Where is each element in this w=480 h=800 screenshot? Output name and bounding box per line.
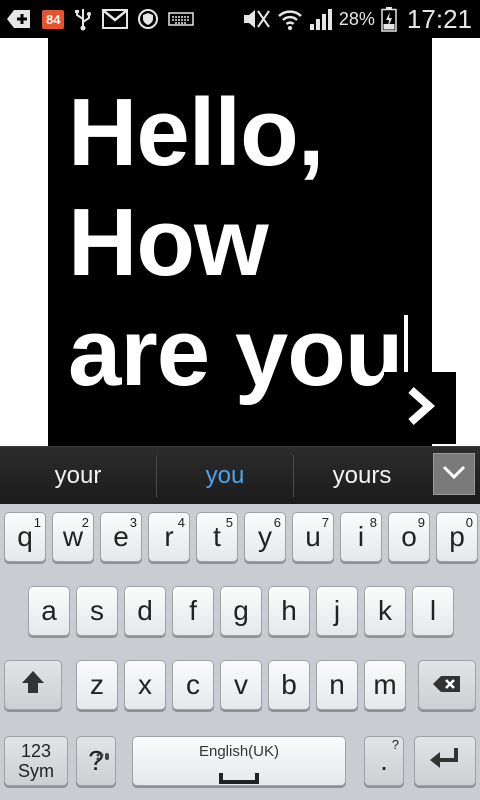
space-label: English(UK) bbox=[198, 743, 280, 760]
key-s[interactable]: s bbox=[76, 586, 118, 636]
backspace-key[interactable] bbox=[418, 660, 476, 710]
key-p[interactable]: 0p bbox=[436, 512, 478, 562]
key-label: p bbox=[449, 521, 465, 552]
key-j[interactable]: j bbox=[316, 586, 358, 636]
key-number: 0 bbox=[465, 515, 473, 530]
key-number: 8 bbox=[369, 515, 377, 530]
text-canvas[interactable]: Hello, How are you bbox=[48, 38, 432, 446]
key-label: o bbox=[401, 521, 417, 552]
key-g[interactable]: g bbox=[220, 586, 262, 636]
suggestion-item-selected[interactable]: you bbox=[157, 447, 293, 505]
enter-key[interactable] bbox=[414, 736, 476, 786]
key-t[interactable]: 5t bbox=[196, 512, 238, 562]
key-h[interactable]: h bbox=[268, 586, 310, 636]
key-d[interactable]: d bbox=[124, 586, 166, 636]
suggestion-item[interactable]: yours bbox=[294, 447, 430, 505]
key-number: 4 bbox=[177, 515, 185, 530]
notification-badge: 84 bbox=[42, 9, 65, 29]
usb-icon bbox=[74, 7, 92, 31]
period-key[interactable]: ? . bbox=[364, 736, 404, 786]
question-mic-key[interactable]: ? bbox=[76, 736, 116, 786]
text-line: are you bbox=[68, 299, 403, 406]
clock: 17:21 bbox=[406, 3, 472, 34]
key-label: u bbox=[305, 521, 321, 552]
message-text: Hello, How are you bbox=[68, 78, 409, 408]
keyboard-icon bbox=[168, 11, 195, 27]
key-b[interactable]: b bbox=[268, 660, 310, 710]
key-number: 6 bbox=[273, 515, 281, 530]
enter-arrow-icon bbox=[428, 745, 462, 777]
key-c[interactable]: c bbox=[172, 660, 214, 710]
key-n[interactable]: n bbox=[316, 660, 358, 710]
key-number: 7 bbox=[321, 515, 329, 530]
key-z[interactable]: z bbox=[76, 660, 118, 710]
symbols-label-bottom: Sym bbox=[18, 761, 54, 781]
backspace-icon bbox=[432, 669, 462, 701]
key-q[interactable]: 1q bbox=[4, 512, 46, 562]
key-f[interactable]: f bbox=[172, 586, 214, 636]
symbols-key[interactable]: 123 Sym bbox=[4, 736, 68, 786]
key-a[interactable]: a bbox=[28, 586, 70, 636]
key-m[interactable]: m bbox=[364, 660, 406, 710]
key-number: 3 bbox=[129, 515, 137, 530]
key-r[interactable]: 4r bbox=[148, 512, 190, 562]
key-k[interactable]: k bbox=[364, 586, 406, 636]
collapse-suggestions-button[interactable] bbox=[433, 453, 475, 495]
key-label: e bbox=[113, 521, 129, 552]
key-u[interactable]: 7u bbox=[292, 512, 334, 562]
status-bar: 84 28% 17:21 bbox=[0, 0, 480, 38]
battery-percent: 28% bbox=[338, 8, 375, 29]
period-hint: ? bbox=[391, 737, 399, 752]
key-number: 1 bbox=[33, 515, 41, 530]
key-w[interactable]: 2w bbox=[52, 512, 94, 562]
space-bar-icon bbox=[219, 760, 259, 792]
key-y[interactable]: 6y bbox=[244, 512, 286, 562]
period-label: . bbox=[380, 745, 388, 776]
key-e[interactable]: 3e bbox=[100, 512, 142, 562]
symbols-label-top: 123 bbox=[20, 741, 52, 761]
battery-icon bbox=[381, 6, 397, 32]
text-line: Hello, bbox=[68, 79, 324, 186]
key-label: i bbox=[357, 521, 365, 552]
key-label: q bbox=[17, 521, 33, 552]
key-l[interactable]: l bbox=[412, 586, 454, 636]
key-label: t bbox=[213, 521, 221, 552]
key-number: 9 bbox=[417, 515, 425, 530]
shift-arrow-icon bbox=[19, 668, 47, 703]
key-number: 5 bbox=[225, 515, 233, 530]
shield-icon bbox=[138, 8, 159, 30]
key-label: w bbox=[62, 521, 84, 552]
next-button[interactable] bbox=[384, 372, 456, 444]
key-label: r bbox=[164, 521, 174, 552]
key-label: y bbox=[258, 521, 272, 552]
keyboard: 1q 2w 3e 4r 5t 6y 7u 8i 9o 0p a s d f g … bbox=[0, 504, 480, 800]
shift-key[interactable] bbox=[4, 660, 62, 710]
chevron-right-icon bbox=[403, 386, 437, 431]
text-line: How bbox=[68, 189, 269, 296]
content-area: Hello, How are you bbox=[0, 38, 480, 446]
wifi-icon bbox=[277, 7, 303, 31]
suggestion-bar: your you yours bbox=[0, 446, 480, 505]
mute-icon bbox=[241, 7, 271, 31]
gmail-icon bbox=[102, 9, 129, 29]
settings-mic-icon bbox=[95, 739, 111, 771]
space-key[interactable]: English(UK) bbox=[132, 736, 346, 786]
key-x[interactable]: x bbox=[124, 660, 166, 710]
key-o[interactable]: 9o bbox=[388, 512, 430, 562]
key-v[interactable]: v bbox=[220, 660, 262, 710]
suggestion-item[interactable]: your bbox=[0, 447, 156, 505]
signal-icon bbox=[309, 7, 333, 31]
add-icon bbox=[6, 9, 32, 29]
key-i[interactable]: 8i bbox=[340, 512, 382, 562]
key-number: 2 bbox=[81, 515, 89, 530]
chevron-down-icon bbox=[441, 464, 467, 485]
